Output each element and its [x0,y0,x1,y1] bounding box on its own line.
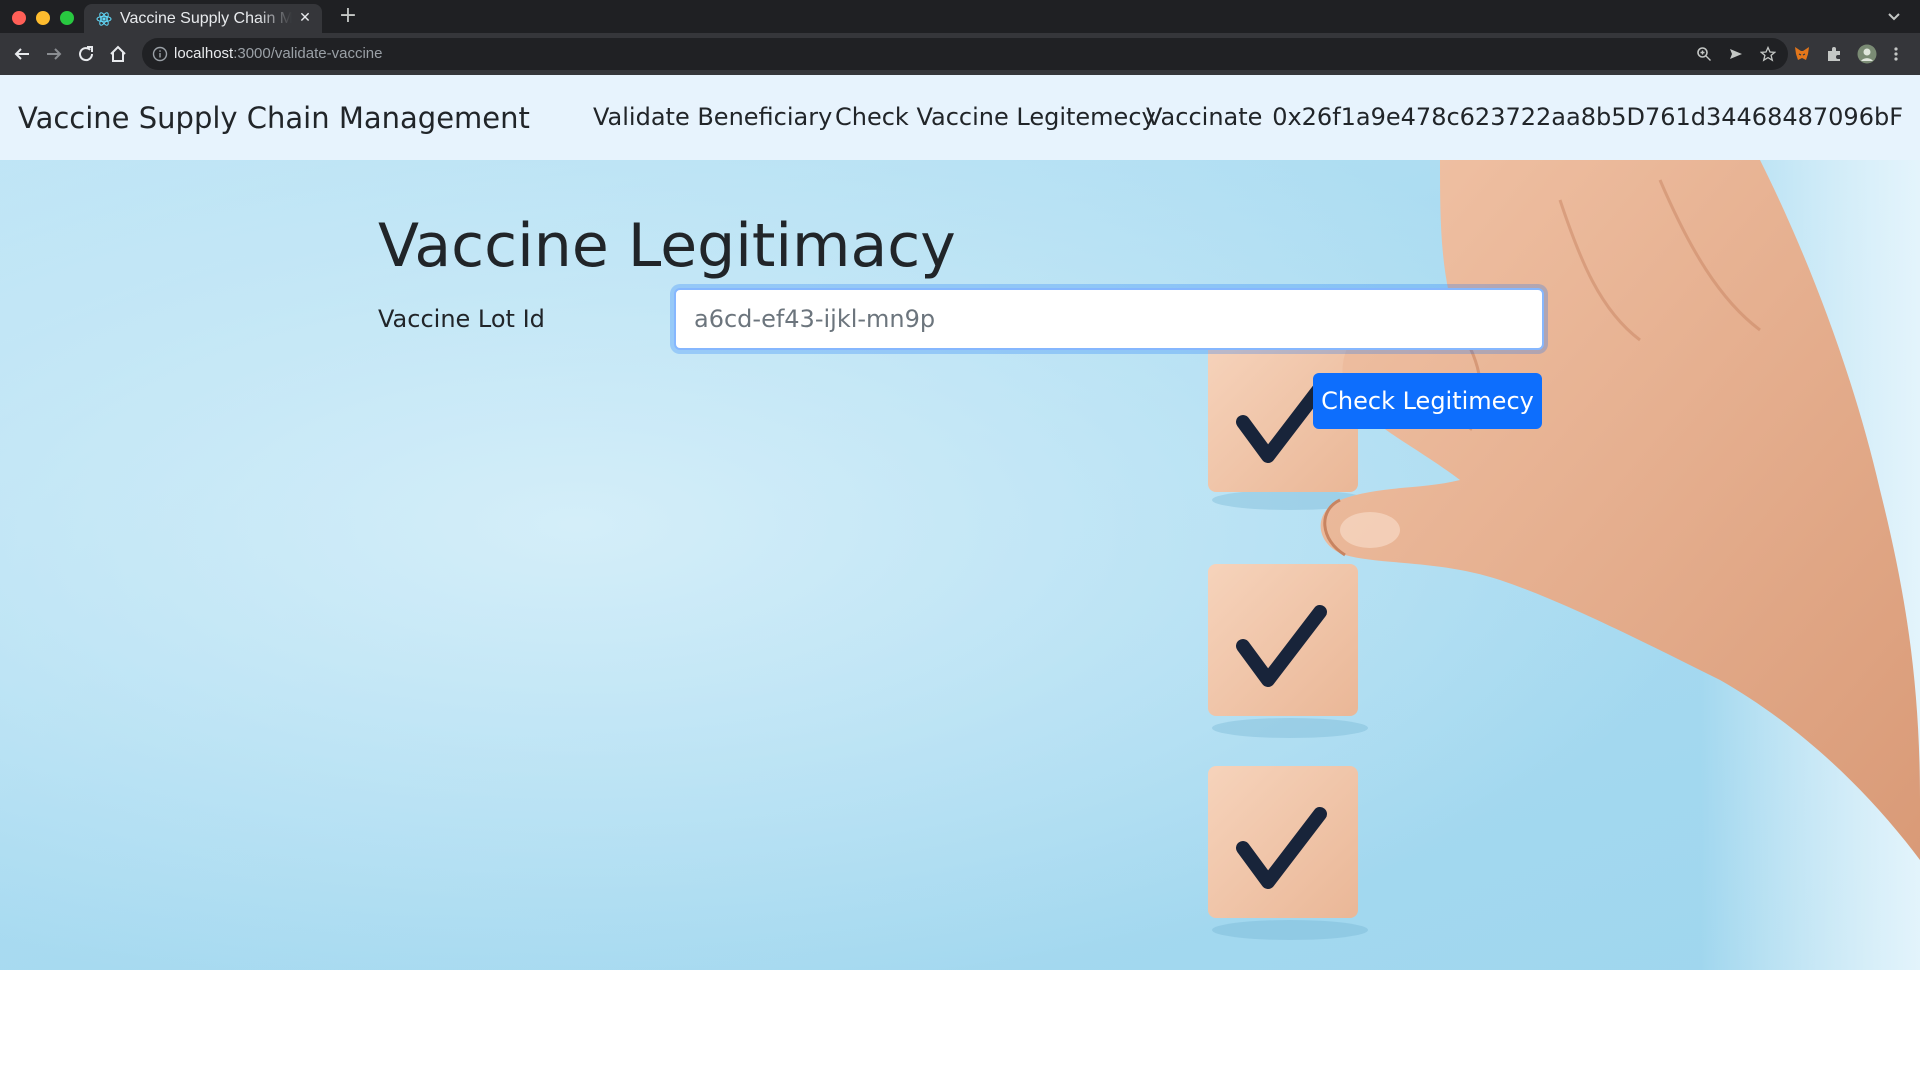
page-title: Vaccine Legitimacy [378,211,956,281]
zoom-icon[interactable] [1696,46,1712,62]
react-logo-icon [96,12,112,26]
navbar-brand[interactable]: Vaccine Supply Chain Management [18,99,530,137]
checklist-blocks-illustration [0,160,1920,970]
window-minimize-button[interactable] [36,11,50,25]
send-icon[interactable] [1728,46,1744,62]
window-close-button[interactable] [12,11,26,25]
vaccine-lot-id-label: Vaccine Lot Id [378,305,545,333]
web-page: Vaccine Supply Chain Management Validate… [0,75,1920,1080]
site-info-icon[interactable] [152,46,168,62]
checkmark-block-3 [1208,766,1358,918]
wallet-address: 0x26f1a9e478c623722aa8b5D761d34468487096… [1272,103,1903,131]
url-host: localhost [174,45,234,62]
extensions-puzzle-icon[interactable] [1825,45,1843,63]
arrow-right-icon [47,48,62,60]
address-bar[interactable]: localhost:3000/validate-vaccine [142,38,1788,70]
vaccine-lot-id-input[interactable] [674,288,1544,350]
tab-search-chevron-icon[interactable] [1884,6,1904,26]
reload-icon [79,46,94,62]
hero-section: Vaccine Legitimacy Vaccine Lot Id Check … [0,160,1920,970]
url-path: :3000/validate-vaccine [233,45,383,62]
browser-tab-bar: Vaccine Supply Chain Management ✕ + [0,0,1920,33]
app-navbar: Vaccine Supply Chain Management Validate… [0,75,1920,160]
reload-button[interactable] [74,42,98,66]
home-button[interactable] [106,42,130,66]
window-zoom-button[interactable] [60,11,74,25]
browser-toolbar: localhost:3000/validate-vaccine [0,33,1920,75]
url-text: localhost:3000/validate-vaccine [174,46,382,62]
tab-title: Vaccine Supply Chain Management [120,10,292,27]
bookmark-star-icon[interactable] [1760,46,1776,62]
nav-link-validate-beneficiary[interactable]: Validate Beneficiary [593,99,832,135]
browser-tab[interactable]: Vaccine Supply Chain Management ✕ [84,4,322,33]
new-tab-button[interactable]: + [336,4,360,28]
browser-menu-icon[interactable] [1888,45,1904,63]
profile-avatar-icon[interactable] [1857,44,1877,64]
check-legitimecy-button[interactable]: Check Legitimecy [1313,373,1542,429]
forward-button[interactable] [42,42,66,66]
nav-link-check-vaccine-legitemecy[interactable]: Check Vaccine Legitemecy [835,99,1156,135]
arrow-left-icon [14,48,29,60]
checkmark-block-2 [1208,564,1358,716]
home-icon [110,45,126,62]
back-button[interactable] [10,42,34,66]
metamask-fox-icon[interactable] [1793,45,1811,63]
nav-link-vaccinate[interactable]: Vaccinate [1146,99,1262,135]
tab-close-icon[interactable]: ✕ [296,9,314,27]
